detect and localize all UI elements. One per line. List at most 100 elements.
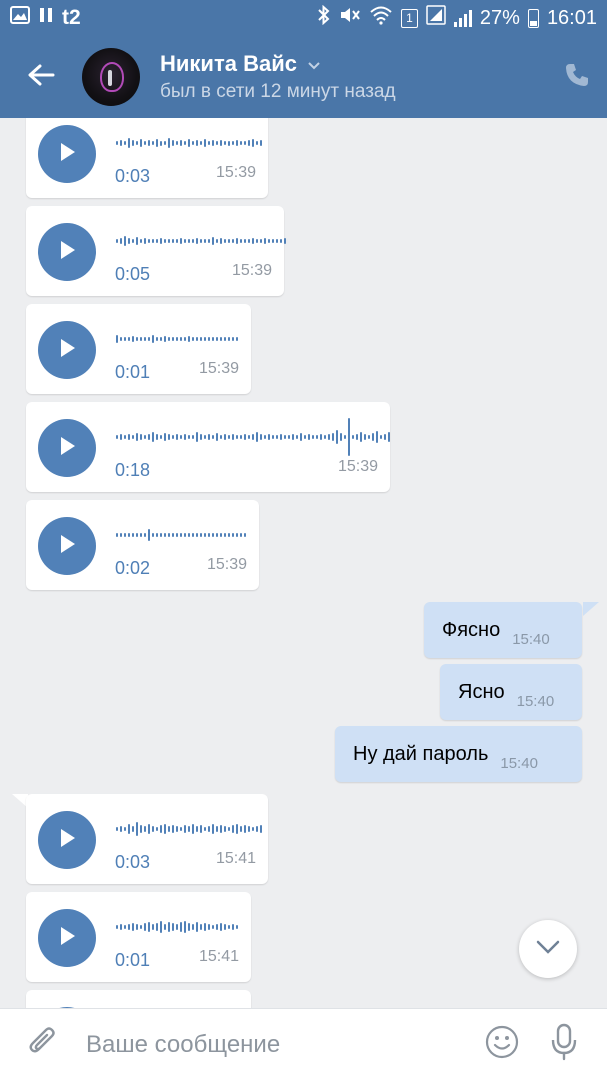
play-button[interactable]: [38, 909, 96, 967]
waveform-bar: [148, 337, 150, 341]
waveform-bar: [304, 435, 306, 439]
message-list[interactable]: 0:03 15:39 0:05 15:39 0:01 15:39 0:18 15…: [0, 118, 607, 1008]
play-button[interactable]: [38, 125, 96, 183]
waveform-bar: [140, 533, 142, 537]
smiley-icon: [485, 1025, 519, 1064]
waveform-bar: [124, 236, 126, 246]
avatar[interactable]: [82, 48, 140, 106]
play-icon: [57, 141, 77, 168]
waveform-bar: [188, 139, 190, 147]
waveform-bar: [148, 824, 150, 834]
waveform-bar: [236, 238, 238, 244]
waveform-bar: [120, 337, 122, 341]
waveform-bar: [152, 141, 154, 145]
message-input[interactable]: [86, 1030, 471, 1059]
waveform-bar: [220, 435, 222, 439]
waveform-bar: [260, 825, 262, 833]
waveform-bar: [208, 239, 210, 243]
waveform-bar: [180, 337, 182, 341]
waveform-bar: [212, 533, 214, 537]
waveform-bar: [212, 140, 214, 146]
waveform-bar: [376, 431, 378, 443]
waveform-bar: [204, 923, 206, 931]
call-button[interactable]: [547, 36, 607, 118]
waveform-bar: [324, 435, 326, 439]
waveform-bar: [164, 141, 166, 145]
waveform-bar: [148, 140, 150, 146]
waveform-bar: [272, 239, 274, 243]
voice-duration: 0:01: [115, 362, 151, 382]
waveform-bar: [240, 533, 242, 537]
waveform-bar: [140, 239, 142, 243]
waveform-bar: [232, 337, 234, 341]
waveform[interactable]: [116, 418, 390, 456]
waveform-bar: [116, 925, 118, 929]
waveform-bar: [220, 533, 222, 537]
arrow-left-icon: [27, 63, 55, 92]
waveform-bar: [248, 826, 250, 832]
waveform-bar: [280, 434, 282, 440]
waveform-bar: [252, 434, 254, 440]
waveform-bar: [308, 434, 310, 440]
play-icon: [57, 435, 77, 462]
clock: 16:01: [546, 6, 597, 29]
waveform-bar: [232, 141, 234, 145]
waveform-bar: [284, 435, 286, 439]
waveform[interactable]: [116, 523, 246, 547]
waveform-bar: [240, 435, 242, 439]
waveform-bar: [212, 435, 214, 439]
contact-info[interactable]: Никита Вайс был в сети 12 минут назад: [160, 51, 547, 103]
waveform-bar: [228, 533, 230, 537]
waveform-bar: [136, 237, 138, 245]
play-button[interactable]: [38, 419, 96, 477]
play-button[interactable]: [38, 223, 96, 281]
play-button[interactable]: [38, 321, 96, 379]
waveform[interactable]: [116, 327, 238, 351]
waveform-bar: [256, 826, 258, 832]
waveform-bar: [232, 434, 234, 440]
waveform-bar: [244, 239, 246, 243]
emoji-button[interactable]: [471, 1009, 533, 1080]
waveform-bar: [216, 239, 218, 243]
waveform-bar: [328, 434, 330, 440]
waveform-bar: [116, 435, 118, 439]
waveform-bar: [160, 533, 162, 537]
waveform-bar: [156, 923, 158, 931]
back-button[interactable]: [0, 36, 82, 118]
waveform-bar: [176, 924, 178, 930]
waveform-bar: [268, 434, 270, 440]
waveform-bar: [220, 238, 222, 244]
waveform-bar: [128, 533, 130, 537]
waveform-bar: [172, 239, 174, 243]
waveform-bar: [164, 924, 166, 930]
attach-button[interactable]: [0, 1009, 86, 1080]
play-button[interactable]: [38, 517, 96, 575]
waveform-bar: [116, 141, 118, 145]
play-button[interactable]: [38, 811, 96, 869]
message-time: 15:40: [500, 754, 538, 772]
voice-duration: 0:03: [115, 166, 151, 186]
waveform-bar: [116, 533, 118, 537]
waveform-bar: [120, 924, 122, 930]
scroll-to-bottom-button[interactable]: [519, 920, 577, 978]
waveform[interactable]: [116, 131, 262, 155]
waveform-bar: [116, 335, 118, 343]
microphone-button[interactable]: [533, 1009, 595, 1080]
waveform-bar: [128, 924, 130, 930]
waveform-bar: [244, 141, 246, 145]
waveform-bar: [168, 826, 170, 832]
waveform-bar: [220, 337, 222, 341]
waveform-bar: [180, 435, 182, 439]
waveform[interactable]: [116, 915, 238, 939]
waveform-bar: [200, 533, 202, 537]
waveform-bar: [360, 432, 362, 442]
mute-icon: [339, 5, 361, 31]
waveform-bar: [196, 533, 198, 537]
waveform[interactable]: [116, 229, 286, 253]
waveform-bar: [184, 434, 186, 440]
waveform-bar: [180, 827, 182, 831]
voice-duration: 0:18: [115, 460, 151, 480]
waveform[interactable]: [116, 817, 262, 841]
waveform-bar: [192, 141, 194, 145]
waveform-bar: [244, 533, 246, 537]
